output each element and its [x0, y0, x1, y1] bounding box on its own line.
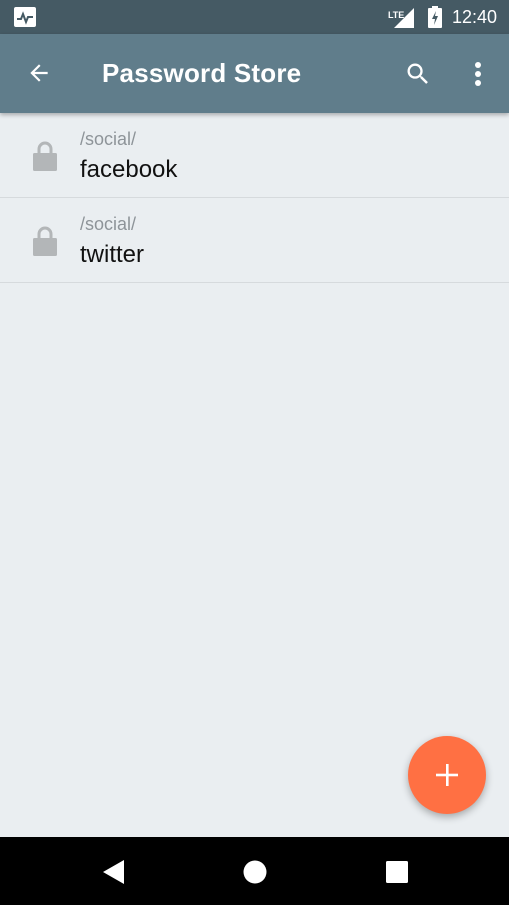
screen: LTE 12:40 Password Store /social/ facebo… — [0, 0, 509, 905]
search-button[interactable] — [398, 54, 438, 94]
arrow-back-icon — [30, 64, 48, 82]
status-right: LTE 12:40 — [388, 0, 497, 34]
signal-indicator: LTE — [388, 6, 414, 28]
list-item[interactable]: /social/ twitter — [0, 198, 509, 283]
status-time: 12:40 — [451, 6, 497, 27]
item-name: twitter — [80, 241, 145, 268]
item-name: facebook — [80, 156, 178, 183]
nav-home-circle-icon[interactable] — [243, 860, 267, 884]
item-path: /social/ — [80, 214, 137, 234]
overflow-menu-button[interactable] — [460, 54, 496, 94]
nav-recents-square-icon[interactable] — [386, 861, 408, 883]
status-bar: LTE 12:40 — [0, 0, 509, 34]
add-password-fab[interactable] — [408, 736, 486, 814]
search-icon — [407, 63, 428, 84]
app-bar: Password Store — [0, 34, 509, 113]
password-list: /social/ facebook /social/ twitter — [0, 113, 509, 283]
nav-back-triangle-icon[interactable] — [102, 859, 126, 885]
back-button[interactable] — [20, 54, 58, 92]
activity-monitor-icon — [14, 7, 36, 27]
page-title: Password Store — [102, 58, 302, 88]
plus-icon — [436, 764, 458, 786]
list-item[interactable]: /social/ facebook — [0, 113, 509, 198]
lock-icon — [33, 141, 57, 171]
more-vert-icon — [475, 62, 481, 86]
item-path: /social/ — [80, 129, 137, 149]
network-label: LTE — [387, 10, 405, 20]
navigation-bar — [0, 837, 509, 905]
lock-icon — [33, 226, 57, 256]
battery-charging-icon — [427, 6, 442, 28]
